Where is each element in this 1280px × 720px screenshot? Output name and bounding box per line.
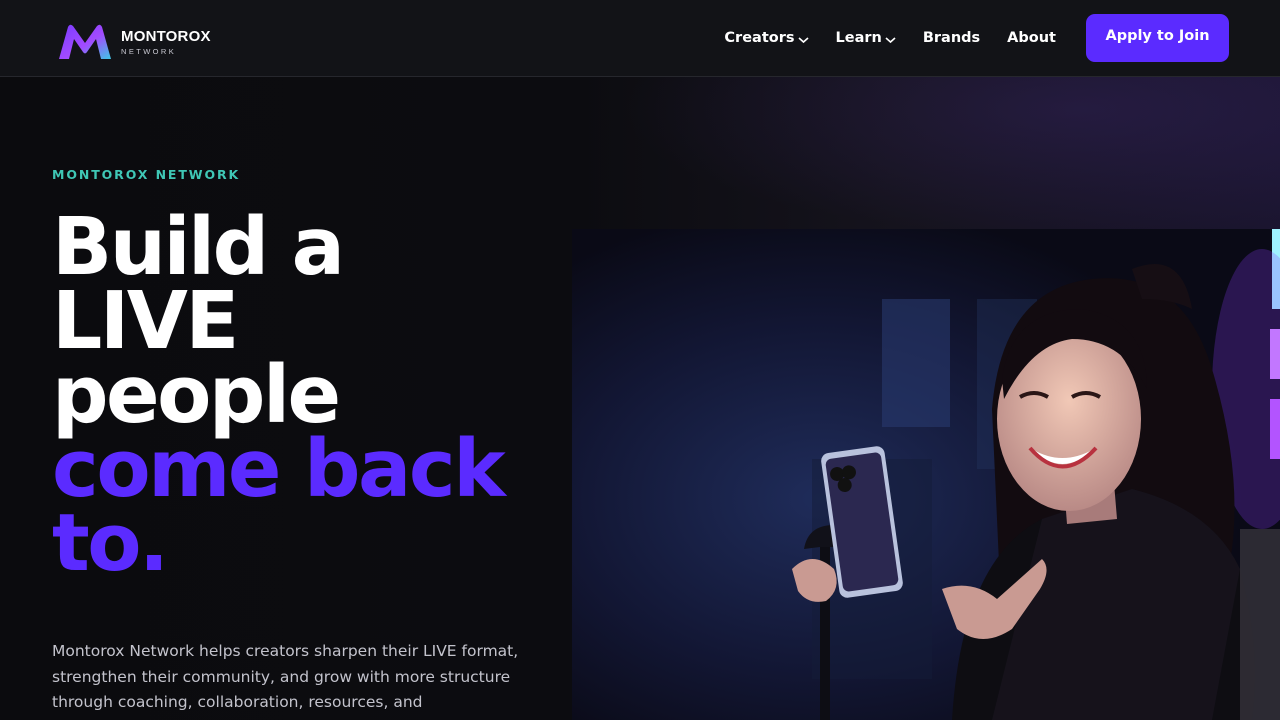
photo-illustration [572,229,1280,720]
apply-to-join-button[interactable]: Apply to Join [1086,14,1229,62]
nav-item-label: Learn [835,30,882,46]
nav-item-brands[interactable]: Brands [923,30,980,46]
nav-item-label: Creators [724,30,795,46]
hero-headline: Build a LIVE people come back to. [52,201,572,589]
headline-line: LIVE [52,275,239,367]
hero-eyebrow: MONTOROX NETWORK [52,167,241,182]
montorox-logo-icon [59,24,111,59]
logo-subtitle: NETWORK [121,47,177,56]
headline-line: Build a [52,201,345,293]
logo-wordmark: MONTOROX NETWORK [121,28,211,56]
top-navigation: MONTOROX NETWORK Creators Learn Brands A… [0,0,1280,77]
creator-livestreaming-photo [572,229,1280,720]
logo-name: MONTOROX [121,28,211,45]
headline-line: people [52,349,341,441]
hero-description: Montorox Network helps creators sharpen … [52,642,519,711]
brand-logo[interactable]: MONTOROX NETWORK [57,23,211,61]
nav-links: Creators Learn Brands About [724,0,1056,76]
nav-item-creators[interactable]: Creators [724,30,809,46]
chevron-down-icon [885,36,896,43]
headline-accent-line: to. [52,497,169,589]
chevron-down-icon [797,36,809,43]
nav-item-label: About [1007,30,1056,46]
nav-item-label: Brands [922,30,981,46]
nav-item-learn[interactable]: Learn [836,30,896,46]
headline-accent-line: come back [52,423,506,515]
hero-background-glow [620,77,1280,237]
nav-item-about[interactable]: About [1007,30,1056,46]
